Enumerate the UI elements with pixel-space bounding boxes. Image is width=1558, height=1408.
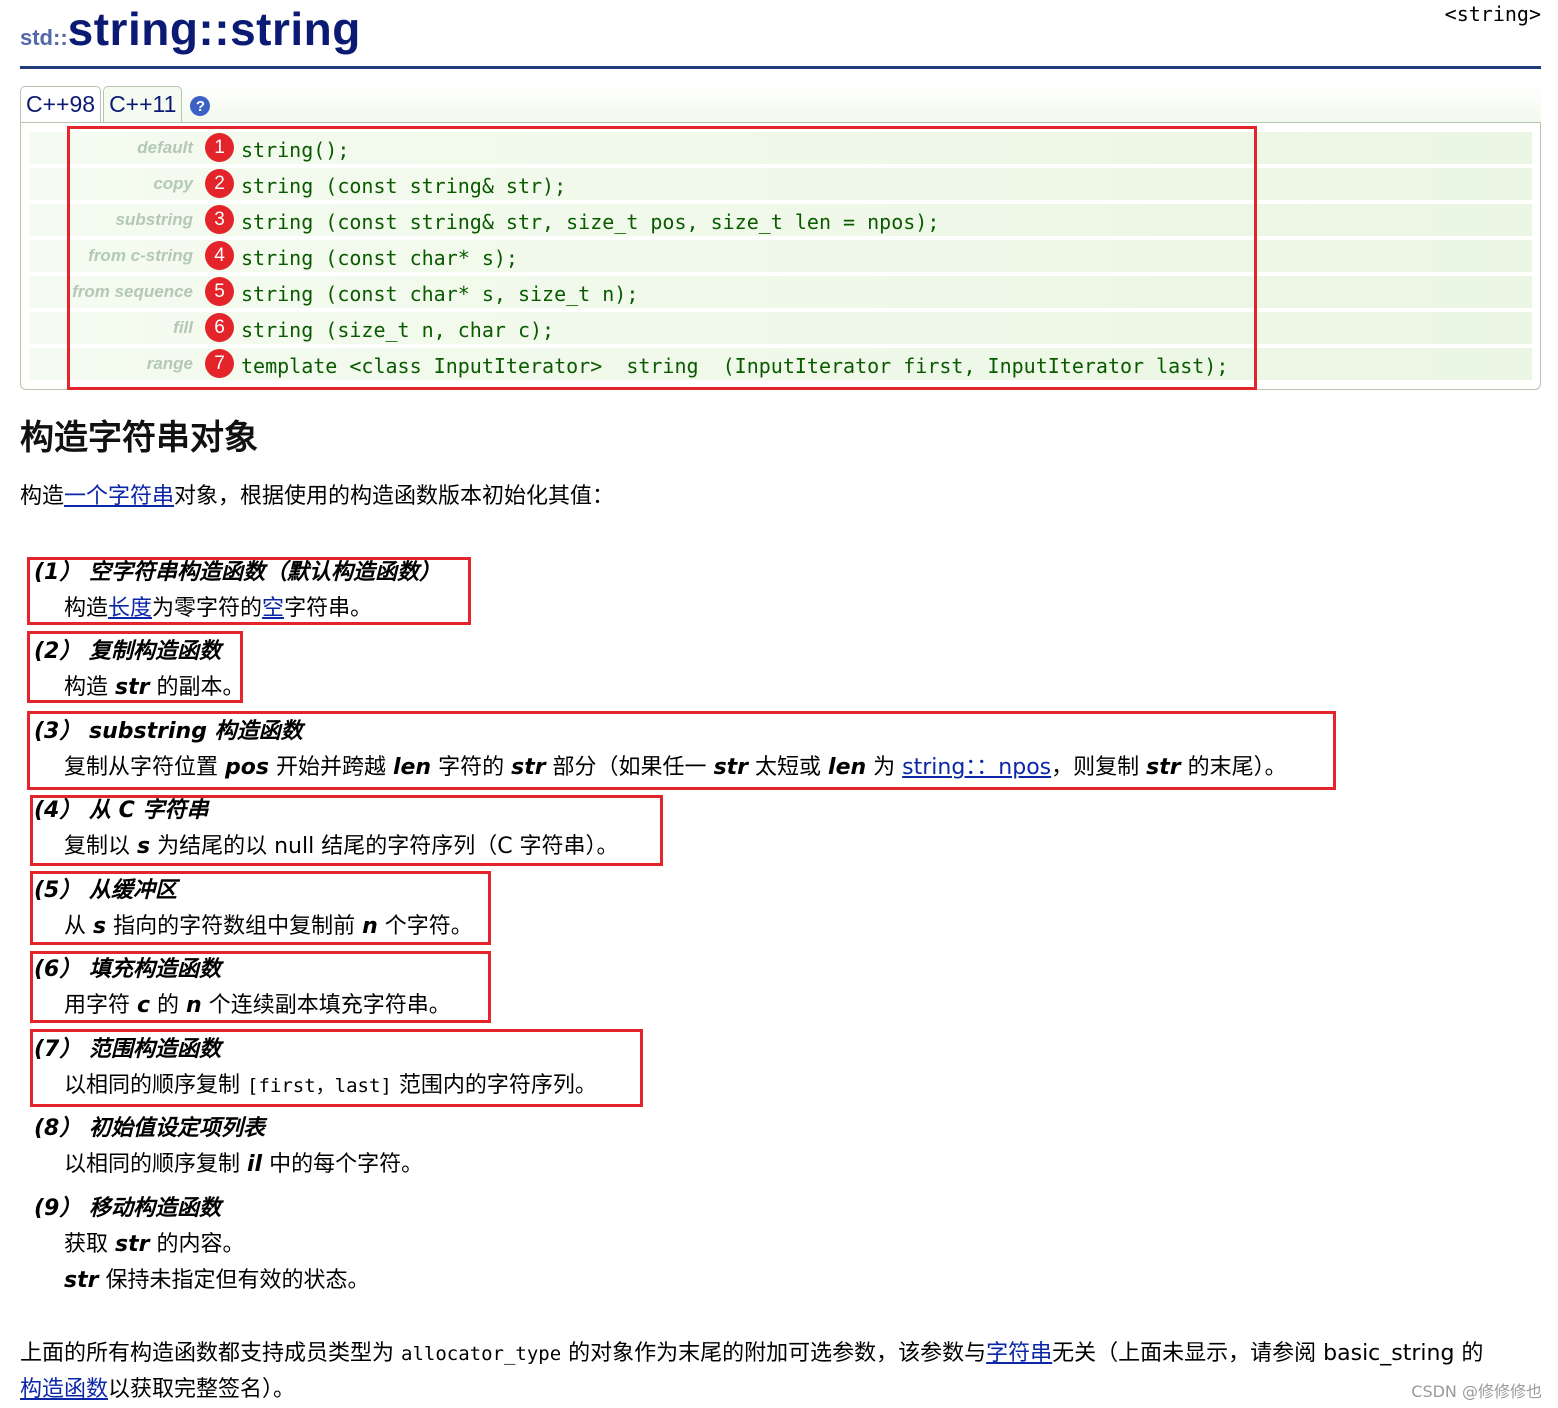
section-title: 构造字符串对象 bbox=[20, 418, 258, 458]
title-text: string::string bbox=[67, 3, 361, 55]
version-tabs: C++98 C++11 ? bbox=[20, 86, 211, 122]
item-highlight bbox=[27, 711, 1336, 790]
tab-cpp98[interactable]: C++98 bbox=[20, 86, 102, 122]
item-highlight bbox=[27, 631, 243, 703]
string-link[interactable]: 字符串 bbox=[986, 1341, 1052, 1366]
item-description: 以相同的顺序复制 il 中的每个字符。 bbox=[64, 1152, 424, 1177]
tab-cpp11[interactable]: C++11 bbox=[103, 86, 183, 122]
item-highlight bbox=[30, 795, 663, 866]
allocator-type-code: allocator_type bbox=[401, 1343, 562, 1365]
watermark: CSDN @修修修也 bbox=[1411, 1382, 1542, 1401]
tabs-strip bbox=[180, 86, 1541, 122]
item-title: (8） 初始值设定项列表 bbox=[34, 1116, 266, 1141]
intro-text: 对象，根据使用的构造函数版本初始化其值： bbox=[174, 484, 615, 509]
constructor-link[interactable]: 构造函数 bbox=[20, 1377, 108, 1402]
item-description: 获取 str 的内容。 bbox=[64, 1232, 245, 1257]
item-highlight bbox=[30, 951, 491, 1023]
intro-text: 构造 bbox=[20, 484, 65, 509]
constructor-item-9: (9） 移动构造函数 获取 str 的内容。 str 保持未指定但有效的状态。 bbox=[34, 1191, 369, 1299]
item-highlight bbox=[30, 871, 491, 945]
item-highlight bbox=[27, 557, 471, 625]
question-icon[interactable]: ? bbox=[190, 96, 211, 116]
intro-paragraph: 构造一个字符串对象，根据使用的构造函数版本初始化其值： bbox=[20, 478, 614, 510]
page-header: std::string::string <string> bbox=[20, 0, 1541, 69]
footer-paragraph: 上面的所有构造函数都支持成员类型为 allocator_type 的对象作为末尾… bbox=[20, 1341, 1484, 1402]
item-title: (9） 移动构造函数 bbox=[34, 1196, 222, 1221]
page-title: std::string::string bbox=[20, 2, 361, 56]
constructor-item-8: (8） 初始值设定项列表 以相同的顺序复制 il 中的每个字符。 bbox=[34, 1111, 423, 1183]
string-link[interactable]: 一个字符串 bbox=[64, 484, 174, 509]
declarations-highlight bbox=[67, 126, 1257, 390]
item-highlight bbox=[30, 1029, 643, 1107]
namespace-prefix: std:: bbox=[20, 25, 68, 50]
item-description: str 保持未指定但有效的状态。 bbox=[64, 1268, 370, 1293]
header-file-tag: <string> bbox=[1444, 2, 1541, 26]
